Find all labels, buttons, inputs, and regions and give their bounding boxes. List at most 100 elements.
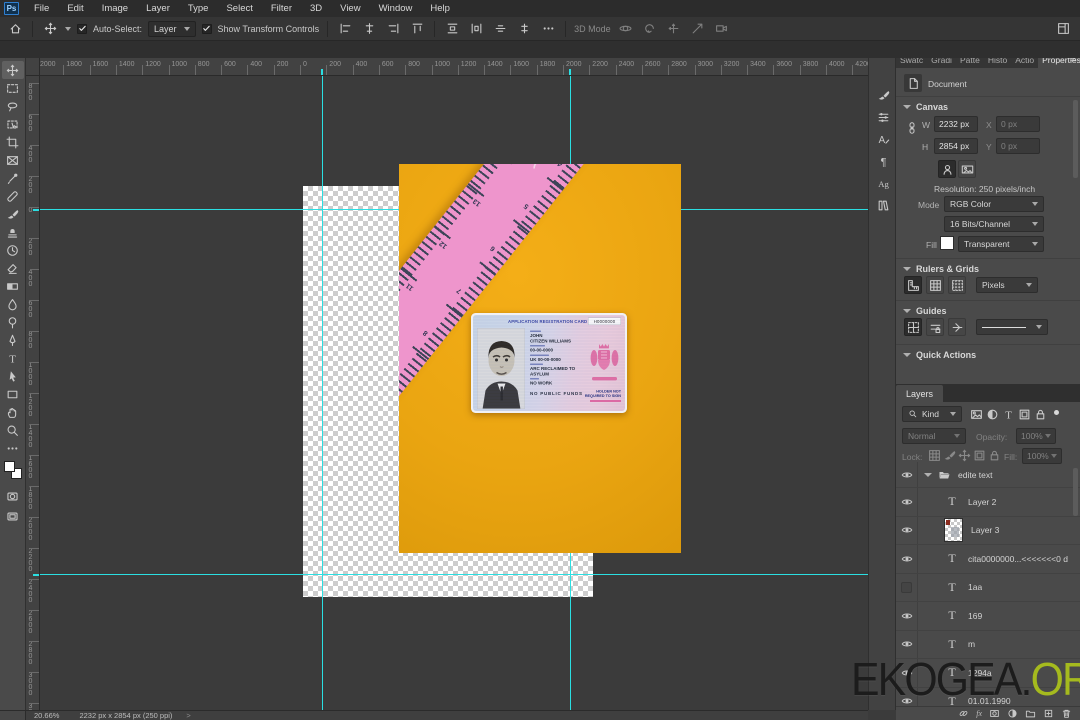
distribute-vertical-icon[interactable] [443, 20, 461, 38]
clear-guides-button[interactable] [948, 318, 966, 336]
eraser-tool[interactable] [2, 259, 24, 277]
chevron-down-icon[interactable] [924, 473, 932, 477]
healing-tool[interactable] [2, 187, 24, 205]
toggle-guides-button[interactable] [904, 318, 922, 336]
layer-style-icon[interactable]: fx [976, 709, 982, 718]
align-right-icon[interactable] [384, 20, 402, 38]
document-properties-button[interactable] [904, 74, 922, 92]
units-dropdown[interactable]: Pixels [976, 277, 1038, 293]
dodge-tool[interactable] [2, 313, 24, 331]
new-group-icon[interactable] [1025, 708, 1036, 719]
tab-layers[interactable]: Layers [896, 385, 943, 402]
rectangle-tool[interactable] [2, 385, 24, 403]
menu-item-edit[interactable]: Edit [58, 0, 92, 17]
visibility-toggle[interactable] [896, 488, 918, 516]
align-left-icon[interactable] [336, 20, 354, 38]
align-top-icon[interactable] [408, 20, 426, 38]
vertical-ruler[interactable]: 8006004002000200400600800100012001400160… [26, 76, 40, 710]
x-field[interactable]: 0 px [996, 116, 1040, 132]
canvas-viewport[interactable]: 456789151413121110 APPLICATION REGISTRAT… [40, 76, 868, 710]
menu-item-view[interactable]: View [331, 0, 369, 17]
frame-tool[interactable] [2, 151, 24, 169]
filter-locked-layers-icon[interactable] [1034, 408, 1047, 421]
add-mask-icon[interactable] [989, 708, 1000, 719]
menu-item-3d[interactable]: 3D [301, 0, 331, 17]
filter-toggle-icon[interactable] [1054, 410, 1059, 415]
zoom-level-field[interactable]: 20.66% [34, 711, 59, 720]
hand-tool[interactable] [2, 403, 24, 421]
ellipsis-tool[interactable] [2, 439, 24, 457]
bit-depth-dropdown[interactable]: 16 Bits/Channel [944, 216, 1044, 232]
link-dimensions-icon[interactable] [906, 122, 918, 134]
toggle-grid-button[interactable] [926, 276, 944, 294]
fill-dropdown[interactable]: Transparent [958, 236, 1044, 252]
screen-mode-button[interactable] [2, 507, 24, 525]
lock-guides-button[interactable] [926, 318, 944, 336]
lib-panel-button[interactable] [869, 194, 897, 216]
toggle-rulers-button[interactable] [904, 276, 922, 294]
home-icon[interactable] [6, 20, 24, 38]
distribute-center-h-icon[interactable] [491, 20, 509, 38]
quick-actions-section-header[interactable]: Quick Actions [896, 350, 976, 360]
layer-row[interactable]: TLayer 2 [896, 488, 1080, 517]
menu-item-window[interactable]: Window [370, 0, 422, 17]
horizontal-ruler[interactable]: 2000180016001400120010008006004002000200… [40, 58, 868, 76]
layers-scrollbar[interactable] [1073, 468, 1078, 516]
visibility-toggle[interactable] [896, 602, 918, 630]
portrait-orientation-button[interactable] [938, 160, 956, 178]
brush-tool[interactable] [2, 205, 24, 223]
lock-position-icon[interactable] [958, 449, 971, 462]
rulers-grids-section-header[interactable]: Rulers & Grids [896, 264, 979, 274]
visibility-toggle[interactable] [896, 545, 918, 573]
lock-artboard-icon[interactable] [973, 449, 986, 462]
menu-item-image[interactable]: Image [93, 0, 137, 17]
align-center-icon[interactable] [360, 20, 378, 38]
distribute-horizontal-icon[interactable] [467, 20, 485, 38]
char-panel-button[interactable]: A [869, 128, 897, 150]
link-layers-icon[interactable] [958, 708, 969, 719]
horizontal-guide[interactable] [40, 574, 868, 575]
y-field[interactable]: 0 px [996, 138, 1040, 154]
canvas-section-header[interactable]: Canvas [896, 102, 948, 112]
clone-stamp-tool[interactable] [2, 223, 24, 241]
grid-settings-button[interactable] [948, 276, 966, 294]
guides-section-header[interactable]: Guides [896, 306, 947, 316]
auto-select-dropdown[interactable]: Layer [148, 21, 196, 37]
object-select-tool[interactable] [2, 115, 24, 133]
layer-row[interactable]: T1aa [896, 574, 1080, 603]
height-field[interactable]: 2854 px [934, 138, 978, 154]
lock-transparency-icon[interactable] [928, 449, 941, 462]
lasso-tool[interactable] [2, 97, 24, 115]
width-field[interactable]: 2232 px [934, 116, 978, 132]
vertical-guide[interactable] [322, 76, 323, 710]
guide-style-dropdown[interactable] [976, 319, 1048, 335]
ruler-corner[interactable] [26, 58, 40, 76]
layer-row[interactable]: Layer 3 [896, 517, 1080, 546]
zoom-tool[interactable] [2, 421, 24, 439]
quick-mask-button[interactable] [2, 487, 24, 505]
filter-adjustment-layers-icon[interactable] [986, 408, 999, 421]
brushset-panel-button[interactable] [869, 106, 897, 128]
foreground-color-swatch[interactable] [4, 461, 15, 472]
type-tool[interactable]: T [2, 349, 24, 367]
new-layer-icon[interactable] [1043, 708, 1054, 719]
visibility-toggle[interactable] [896, 517, 918, 545]
menu-item-layer[interactable]: Layer [137, 0, 179, 17]
color-mode-dropdown[interactable]: RGB Color [944, 196, 1044, 212]
menu-item-type[interactable]: Type [179, 0, 218, 17]
menu-item-select[interactable]: Select [217, 0, 261, 17]
foreground-background-swatches[interactable] [4, 461, 22, 479]
properties-scrollbar[interactable] [1073, 100, 1078, 178]
visibility-toggle[interactable] [896, 574, 918, 602]
adjustment-layer-icon[interactable] [1007, 708, 1018, 719]
gradient-tool[interactable] [2, 277, 24, 295]
layer-thumbnail[interactable] [944, 518, 963, 542]
path-select-tool[interactable] [2, 367, 24, 385]
filter-shape-layers-icon[interactable] [1018, 408, 1031, 421]
layer-filter-dropdown[interactable]: Kind [902, 406, 962, 422]
lock-pixels-icon[interactable] [943, 449, 956, 462]
glyphs-panel-button[interactable]: Ag [869, 172, 897, 194]
pen-tool[interactable] [2, 331, 24, 349]
menu-item-file[interactable]: File [25, 0, 58, 17]
menu-item-help[interactable]: Help [421, 0, 459, 17]
